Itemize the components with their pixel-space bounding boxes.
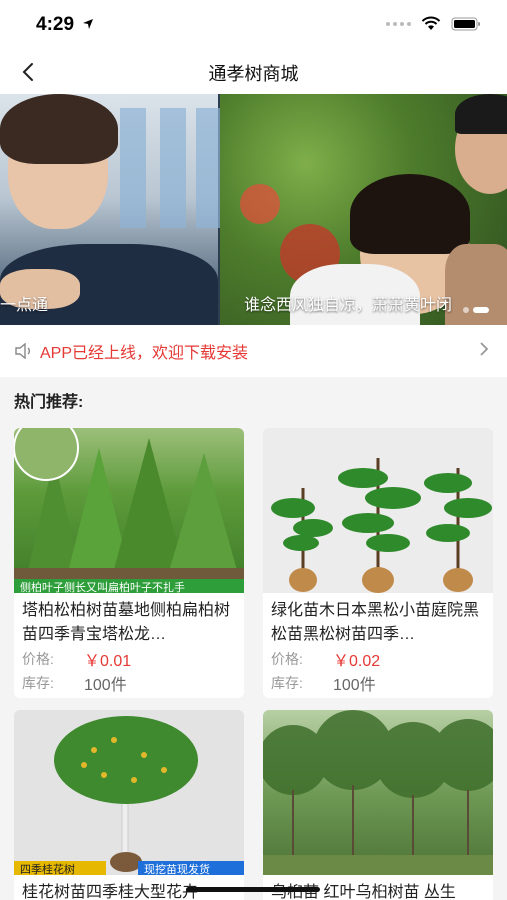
banner-carousel[interactable]: 一点通 谁念西风独自凉，萧萧黄叶闭 bbox=[0, 94, 507, 325]
product-image bbox=[263, 428, 493, 593]
page-title: 通孝树商城 bbox=[208, 64, 299, 84]
product-card[interactable]: 绿化苗木日本黑松小苗庭院黑松苗黑松树苗四季… 价格: ￥0.02 库存: 100… bbox=[263, 428, 493, 698]
nav-bar: 通孝树商城 bbox=[0, 50, 507, 94]
product-card[interactable]: 乌桕苗 红叶乌桕树苗 丛生 bbox=[263, 710, 493, 900]
product-title: 塔柏松柏树苗墓地侧柏扁柏树苗四季青宝塔松龙… bbox=[22, 602, 231, 643]
product-stock: 100件 bbox=[84, 677, 127, 694]
product-image bbox=[263, 710, 493, 875]
home-indicator[interactable] bbox=[186, 887, 320, 892]
section-title: 热门推荐: bbox=[14, 394, 84, 411]
product-image: 四季桂花树 现挖苗现发货 bbox=[14, 710, 244, 875]
price-label: 价格: bbox=[271, 651, 303, 667]
product-card[interactable]: 四季桂花树 现挖苗现发货 桂花树苗四季桂大型花卉 bbox=[14, 710, 244, 900]
product-tag: 四季桂花树 bbox=[14, 861, 106, 875]
notice-bar[interactable]: APP已经上线，欢迎下载安装 bbox=[0, 325, 507, 377]
price-row: 价格: ￥0.02 bbox=[263, 647, 493, 671]
stock-label: 库存: bbox=[22, 675, 54, 691]
status-indicators bbox=[386, 16, 481, 31]
banner-caption-2: 谁念西风独自凉，萧萧黄叶闭 bbox=[244, 297, 453, 314]
product-tag-secondary: 现挖苗现发货 bbox=[138, 861, 244, 875]
product-price: ￥0.02 bbox=[333, 653, 381, 670]
price-label: 价格: bbox=[22, 651, 54, 667]
carousel-dot[interactable] bbox=[463, 307, 469, 313]
chevron-right-icon bbox=[479, 341, 489, 362]
product-stock: 100件 bbox=[333, 677, 376, 694]
carousel-dot-active[interactable] bbox=[473, 307, 489, 313]
location-arrow-icon bbox=[82, 17, 94, 35]
banner-slide-2[interactable]: 谁念西风独自凉，萧萧黄叶闭 bbox=[220, 94, 507, 325]
banner-slide-1[interactable]: 一点通 bbox=[0, 94, 222, 325]
banner-caption-1: 一点通 bbox=[0, 297, 49, 314]
stock-row: 库存: 100件 bbox=[263, 671, 493, 695]
carousel-indicators bbox=[463, 307, 489, 313]
product-title: 绿化苗木日本黑松小苗庭院黑松苗黑松树苗四季… bbox=[271, 602, 480, 643]
status-time: 4:29 bbox=[36, 14, 75, 35]
price-row: 价格: ￥0.01 bbox=[14, 647, 244, 671]
product-card[interactable]: 侧柏叶子侧长又叫扁柏叶子不扎手 塔柏松柏树苗墓地侧柏扁柏树苗四季青宝塔松龙… 价… bbox=[14, 428, 244, 698]
product-image: 侧柏叶子侧长又叫扁柏叶子不扎手 bbox=[14, 428, 244, 593]
status-bar: 4:29 bbox=[0, 0, 507, 50]
signal-icon bbox=[386, 21, 411, 26]
stock-row: 库存: 100件 bbox=[14, 671, 244, 695]
product-tag: 侧柏叶子侧长又叫扁柏叶子不扎手 bbox=[14, 579, 244, 593]
product-price: ￥0.01 bbox=[84, 653, 132, 670]
speaker-icon bbox=[14, 340, 36, 362]
battery-icon bbox=[451, 17, 480, 30]
wifi-icon bbox=[421, 16, 441, 30]
stock-label: 库存: bbox=[271, 675, 303, 691]
notice-text: APP已经上线，欢迎下载安装 bbox=[40, 345, 249, 362]
